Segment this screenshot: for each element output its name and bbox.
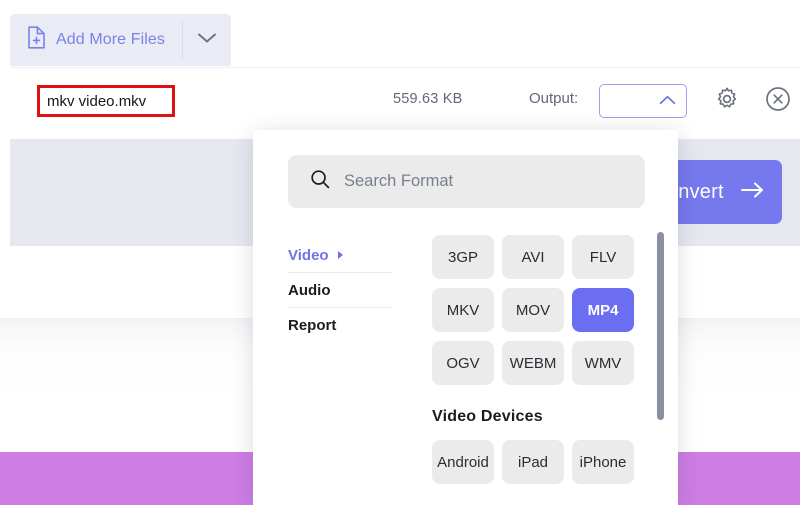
file-size-label: 559.63 KB bbox=[393, 91, 463, 107]
format-chip[interactable]: MKV bbox=[432, 288, 494, 332]
scrollbar-thumb[interactable] bbox=[657, 232, 664, 420]
format-search-field[interactable]: Search Format bbox=[288, 155, 645, 208]
format-options-area: 3GP AVI FLV MKV MOV MP4 OGV WEBM WMV Vid… bbox=[432, 235, 644, 484]
format-chip[interactable]: WMV bbox=[572, 341, 634, 385]
format-chip[interactable]: MOV bbox=[502, 288, 564, 332]
add-more-files-dropdown-toggle[interactable] bbox=[183, 14, 231, 66]
device-chip[interactable]: Android bbox=[432, 440, 494, 484]
format-list-scrollbar[interactable] bbox=[657, 232, 664, 420]
device-chip[interactable]: iPad bbox=[502, 440, 564, 484]
format-chip[interactable]: FLV bbox=[572, 235, 634, 279]
remove-file-button[interactable] bbox=[761, 84, 795, 118]
category-item-report[interactable]: Report bbox=[288, 307, 392, 342]
file-name-value: mkv video.mkv bbox=[47, 92, 147, 110]
category-item-audio[interactable]: Audio bbox=[288, 272, 392, 307]
toolbar: Add More Files bbox=[0, 0, 800, 67]
close-circle-icon bbox=[765, 86, 791, 117]
format-chip[interactable]: AVI bbox=[502, 235, 564, 279]
format-category-list: Video Audio Report bbox=[288, 238, 392, 342]
search-icon bbox=[310, 169, 330, 194]
category-item-video[interactable]: Video bbox=[288, 238, 392, 272]
file-name-field[interactable]: mkv video.mkv bbox=[37, 85, 175, 117]
add-more-files-button[interactable]: Add More Files bbox=[10, 14, 182, 66]
category-label: Report bbox=[288, 316, 337, 334]
settings-button[interactable] bbox=[710, 84, 744, 118]
video-format-grid: 3GP AVI FLV MKV MOV MP4 OGV WEBM WMV bbox=[432, 235, 644, 385]
app-canvas: Convert Add More Files mkv video.mkv 559… bbox=[0, 0, 800, 505]
format-chip[interactable]: WEBM bbox=[502, 341, 564, 385]
file-row: mkv video.mkv 559.63 KB Output: bbox=[10, 67, 800, 139]
format-search-placeholder: Search Format bbox=[344, 172, 454, 190]
device-chip[interactable]: iPhone bbox=[572, 440, 634, 484]
format-dropdown-panel: Search Format Video Audio Report 3GP AVI… bbox=[253, 130, 678, 505]
add-more-files-label: Add More Files bbox=[56, 31, 165, 48]
video-devices-heading: Video Devices bbox=[432, 408, 543, 425]
category-label: Video bbox=[288, 246, 329, 264]
format-chip[interactable]: 3GP bbox=[432, 235, 494, 279]
category-label: Audio bbox=[288, 281, 331, 299]
file-plus-icon bbox=[26, 26, 46, 54]
gear-icon bbox=[714, 86, 740, 117]
chevron-down-icon bbox=[197, 31, 217, 49]
add-more-files-group: Add More Files bbox=[10, 14, 231, 66]
format-chip-selected[interactable]: MP4 bbox=[572, 288, 634, 332]
chevron-up-icon bbox=[659, 92, 676, 110]
arrow-right-icon bbox=[740, 181, 766, 204]
output-format-select[interactable] bbox=[599, 84, 687, 118]
format-chip[interactable]: OGV bbox=[432, 341, 494, 385]
caret-right-icon bbox=[337, 251, 343, 259]
output-label: Output: bbox=[529, 90, 579, 107]
video-devices-grid: Android iPad iPhone bbox=[432, 440, 644, 484]
